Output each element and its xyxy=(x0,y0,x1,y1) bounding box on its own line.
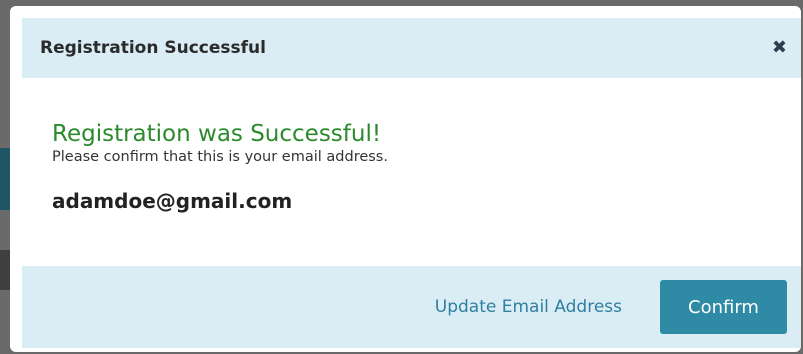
success-heading: Registration was Successful! xyxy=(52,121,382,147)
modal-title: Registration Successful xyxy=(40,38,266,58)
registration-modal: Registration Successful ✖ Registration w… xyxy=(10,6,801,352)
close-icon[interactable]: ✖ xyxy=(772,39,787,57)
email-address: adamdoe@gmail.com xyxy=(52,189,293,214)
modal-header: Registration Successful ✖ xyxy=(22,18,801,78)
modal-body: Registration was Successful! Please conf… xyxy=(52,121,772,214)
modal-footer: Update Email Address Confirm xyxy=(22,266,801,348)
confirm-message: Please confirm that this is your email a… xyxy=(52,149,388,166)
confirm-button[interactable]: Confirm xyxy=(660,280,787,334)
update-email-link[interactable]: Update Email Address xyxy=(435,297,622,317)
